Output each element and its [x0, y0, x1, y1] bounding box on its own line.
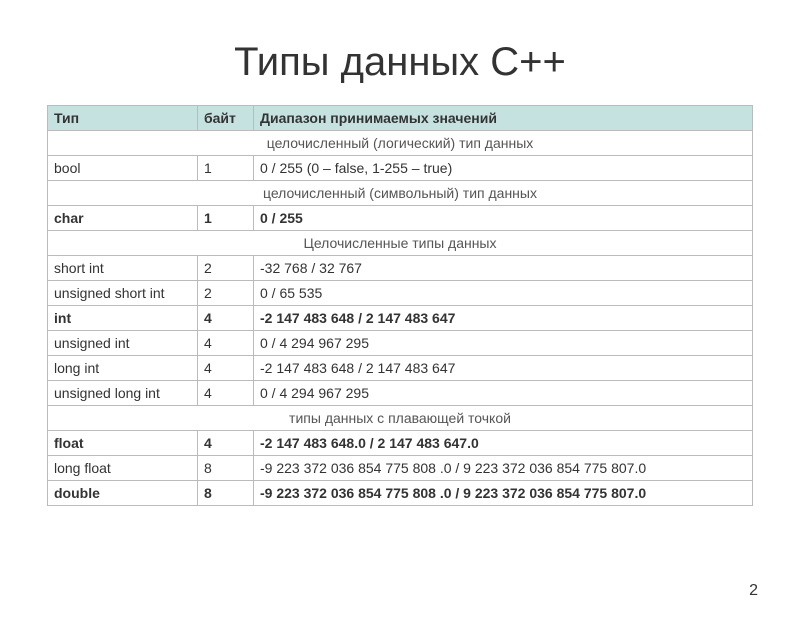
cell-type: float: [48, 431, 198, 456]
table-row: unsigned short int 2 0 / 65 535: [48, 281, 753, 306]
section-float: типы данных с плавающей точкой: [48, 406, 753, 431]
cell-bytes: 4: [198, 331, 254, 356]
section-label: целочисленный (логический) тип данных: [48, 131, 753, 156]
table-row: short int 2 -32 768 / 32 767: [48, 256, 753, 281]
cell-range: -2 147 483 648.0 / 2 147 483 647.0: [254, 431, 753, 456]
section-char: целочисленный (символьный) тип данных: [48, 181, 753, 206]
section-label: Целочисленные типы данных: [48, 231, 753, 256]
cell-bytes: 4: [198, 356, 254, 381]
cell-type: short int: [48, 256, 198, 281]
page-number: 2: [749, 582, 758, 600]
cell-bytes: 4: [198, 431, 254, 456]
cell-type: char: [48, 206, 198, 231]
header-type: Тип: [48, 106, 198, 131]
cell-range: -32 768 / 32 767: [254, 256, 753, 281]
table-row: unsigned long int 4 0 / 4 294 967 295: [48, 381, 753, 406]
cell-bytes: 1: [198, 206, 254, 231]
cell-range: 0 / 4 294 967 295: [254, 331, 753, 356]
table-row: long int 4 -2 147 483 648 / 2 147 483 64…: [48, 356, 753, 381]
cell-type: unsigned short int: [48, 281, 198, 306]
cell-type: double: [48, 481, 198, 506]
cell-bytes: 4: [198, 381, 254, 406]
cell-bytes: 8: [198, 481, 254, 506]
cell-bytes: 4: [198, 306, 254, 331]
cell-bytes: 2: [198, 256, 254, 281]
types-table: Тип байт Диапазон принимаемых значений ц…: [47, 105, 753, 506]
slide: Типы данных С++ Тип байт Диапазон приним…: [0, 40, 800, 640]
header-range: Диапазон принимаемых значений: [254, 106, 753, 131]
table-row: char 1 0 / 255: [48, 206, 753, 231]
cell-type: long int: [48, 356, 198, 381]
cell-range: -9 223 372 036 854 775 808 .0 / 9 223 37…: [254, 456, 753, 481]
cell-type: unsigned int: [48, 331, 198, 356]
table-row: float 4 -2 147 483 648.0 / 2 147 483 647…: [48, 431, 753, 456]
page-title: Типы данных С++: [0, 40, 800, 85]
header-bytes: байт: [198, 106, 254, 131]
table-row: long float 8 -9 223 372 036 854 775 808 …: [48, 456, 753, 481]
cell-range: 0 / 65 535: [254, 281, 753, 306]
cell-range: 0 / 4 294 967 295: [254, 381, 753, 406]
cell-range: 0 / 255: [254, 206, 753, 231]
section-label: целочисленный (символьный) тип данных: [48, 181, 753, 206]
section-label: типы данных с плавающей точкой: [48, 406, 753, 431]
table-row: bool 1 0 / 255 (0 – false, 1-255 – true): [48, 156, 753, 181]
table-header-row: Тип байт Диапазон принимаемых значений: [48, 106, 753, 131]
cell-range: -9 223 372 036 854 775 808 .0 / 9 223 37…: [254, 481, 753, 506]
cell-bytes: 2: [198, 281, 254, 306]
section-logical: целочисленный (логический) тип данных: [48, 131, 753, 156]
cell-type: int: [48, 306, 198, 331]
cell-type: long float: [48, 456, 198, 481]
table-row: int 4 -2 147 483 648 / 2 147 483 647: [48, 306, 753, 331]
cell-type: unsigned long int: [48, 381, 198, 406]
table-row: unsigned int 4 0 / 4 294 967 295: [48, 331, 753, 356]
cell-type: bool: [48, 156, 198, 181]
cell-range: -2 147 483 648 / 2 147 483 647: [254, 306, 753, 331]
cell-bytes: 1: [198, 156, 254, 181]
section-integer: Целочисленные типы данных: [48, 231, 753, 256]
cell-range: 0 / 255 (0 – false, 1-255 – true): [254, 156, 753, 181]
cell-range: -2 147 483 648 / 2 147 483 647: [254, 356, 753, 381]
cell-bytes: 8: [198, 456, 254, 481]
table-row: double 8 -9 223 372 036 854 775 808 .0 /…: [48, 481, 753, 506]
